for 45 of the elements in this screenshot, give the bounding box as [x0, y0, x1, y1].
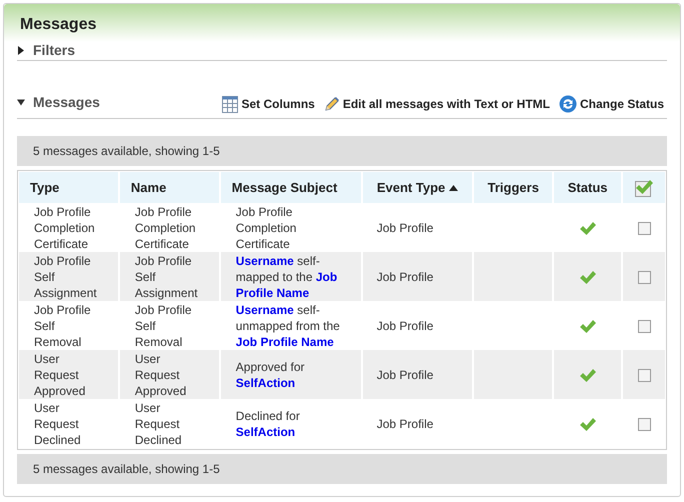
table-cell-text: Declined for SelfAction — [236, 408, 301, 440]
column-header[interactable]: Status — [553, 172, 622, 203]
pager-bar: 5 messages available, showing 1-5 — [17, 136, 667, 166]
table-cell-text: Username self-mapped to the Job Profile Name — [236, 252, 338, 300]
table-cell-text: User Request Approved — [134, 350, 188, 398]
table-cell-text: Username self-unmapped from the Job Profile Name — [236, 302, 341, 350]
table-cell-text: Job Profile Self Assignment — [34, 252, 98, 300]
column-header[interactable]: Triggers — [473, 172, 554, 203]
refresh-icon — [558, 95, 577, 113]
row-checkbox[interactable] — [638, 368, 651, 382]
table-cell: Job Profile — [376, 318, 434, 332]
toolbar-link[interactable]: Edit all messages with Text or HTML — [324, 95, 550, 113]
column-header[interactable]: Name — [118, 172, 220, 203]
sort-up-icon — [449, 184, 458, 190]
column-header[interactable]: Message Subject — [220, 172, 362, 203]
table-cell-text: User Request Approved — [34, 350, 86, 398]
table-cell: Job Profile — [376, 368, 434, 382]
toolbar-link[interactable]: Change Status — [558, 95, 664, 113]
pager-bar: 5 messages available, showing 1-5 — [17, 454, 667, 484]
table-cell-text: Job Profile Self Removal — [134, 302, 193, 350]
column-header[interactable]: Type — [19, 172, 119, 203]
table-cell-text: User Request Declined — [34, 400, 82, 448]
table-cell-text: Job Profile Self Assignment — [134, 252, 199, 300]
page-title: Messages — [20, 15, 98, 35]
table-cell: Job Profile — [376, 270, 434, 284]
row-checkbox[interactable] — [638, 270, 651, 284]
table-cell: Job Profile — [376, 220, 434, 234]
select-all-checkbox[interactable] — [635, 178, 654, 196]
column-header[interactable]: Event Type — [362, 172, 474, 203]
table-cell-text: User Request Declined — [134, 400, 183, 448]
row-checkbox[interactable] — [638, 222, 651, 235]
toolbar-link[interactable]: Set Columns — [222, 95, 315, 113]
pencil-icon — [324, 96, 340, 112]
expand-arrow-icon[interactable] — [17, 46, 25, 55]
section-heading[interactable]: Filters — [33, 40, 76, 61]
table-cell-text: Approved for SelfAction — [236, 358, 306, 390]
table-cell-text: Job Profile Completion Certificate — [134, 204, 197, 252]
row-checkbox[interactable] — [638, 320, 651, 333]
row-checkbox[interactable] — [638, 418, 651, 431]
section-heading[interactable]: Messages — [33, 92, 100, 113]
table-cell-text: Job Profile Self Removal — [34, 302, 92, 350]
collapse-arrow-icon[interactable] — [17, 98, 25, 107]
table-cell-text: Job Profile Completion Certificate — [34, 204, 96, 252]
table-grid-icon — [222, 96, 238, 112]
table-cell: Job Profile — [376, 416, 434, 430]
